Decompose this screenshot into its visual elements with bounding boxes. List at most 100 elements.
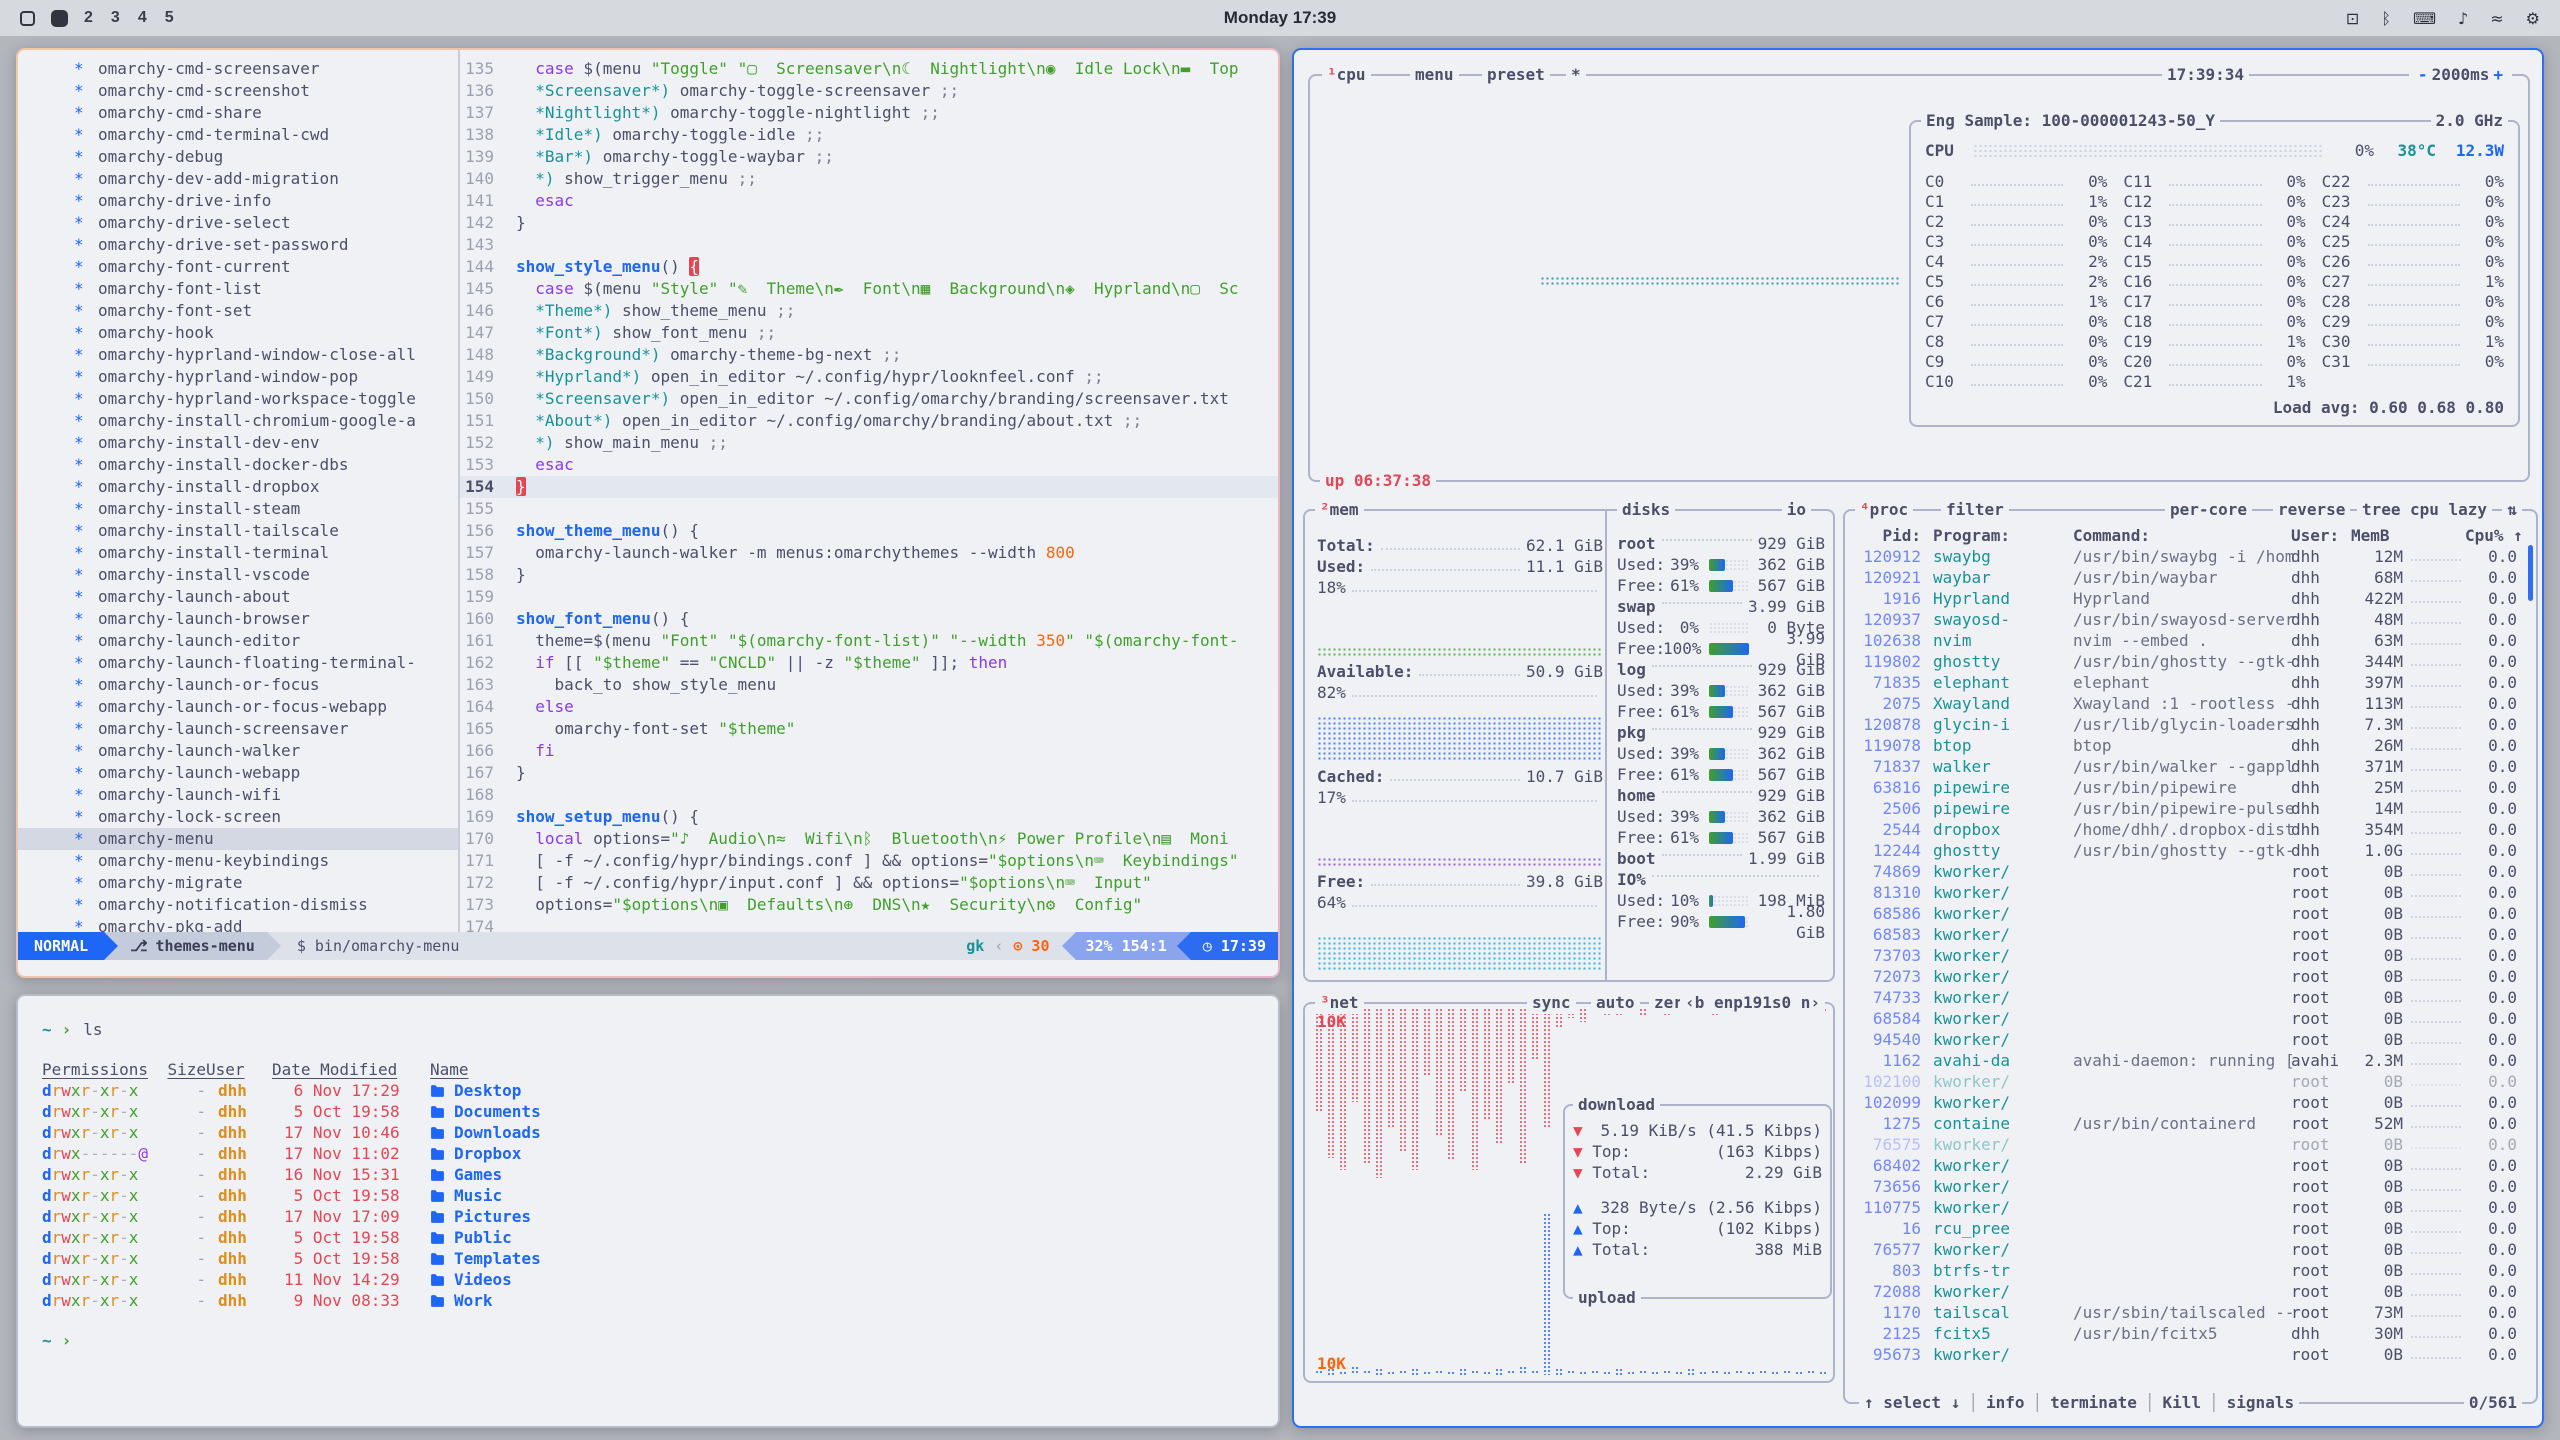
proc-footer-signals[interactable]: signals <box>2227 1393 2294 1412</box>
proc-row[interactable]: 63816pipewire/usr/bin/pipewiredhh25M0.0 <box>1853 777 2528 798</box>
code-line[interactable]: 169show_setup_menu() { <box>460 806 1278 828</box>
file-item[interactable]: *omarchy-install-tailscale <box>18 520 458 542</box>
code-line[interactable]: 162 if [[ "$theme" == "CNCLD" || -z "$th… <box>460 652 1278 674</box>
sort-selector[interactable]: cpu lazy <box>2405 499 2492 521</box>
proc-row[interactable]: 72073kworker/root0B0.0 <box>1853 966 2528 987</box>
code-line[interactable]: 159 <box>460 586 1278 608</box>
code-line[interactable]: 171 [ -f ~/.config/hypr/bindings.conf ] … <box>460 850 1278 872</box>
code-line[interactable]: 135 case $(menu "Toggle" "▢ Screensaver\… <box>460 58 1278 80</box>
code-line[interactable]: 143 <box>460 234 1278 256</box>
file-item[interactable]: *omarchy-drive-info <box>18 190 458 212</box>
proc-row[interactable]: 2075XwaylandXwayland :1 -rootless -dhh11… <box>1853 693 2528 714</box>
code-line[interactable]: 149 *Hyprland*) open_in_editor ~/.config… <box>460 366 1278 388</box>
file-item[interactable]: *omarchy-launch-floating-terminal- <box>18 652 458 674</box>
proc-row[interactable]: 74869kworker/root0B0.0 <box>1853 861 2528 882</box>
code-line[interactable]: 170 local options="♪ Audio\n≈ Wifi\nᛒ Bl… <box>460 828 1278 850</box>
editor-window[interactable]: *omarchy-cmd-screensaver*omarchy-cmd-scr… <box>16 48 1280 978</box>
code-line[interactable]: 158} <box>460 564 1278 586</box>
proc-row[interactable]: 71837walker/usr/bin/walker --gappldhh371… <box>1853 756 2528 777</box>
proc-row[interactable]: 120878glycin-i/usr/lib/glycin-loadersdhh… <box>1853 714 2528 735</box>
proc-row[interactable]: 81310kworker/root0B0.0 <box>1853 882 2528 903</box>
file-item[interactable]: *omarchy-launch-webapp <box>18 762 458 784</box>
code-line[interactable]: 160show_font_menu() { <box>460 608 1278 630</box>
code-line[interactable]: 148 *Background*) omarchy-theme-bg-next … <box>460 344 1278 366</box>
interval-increase-button[interactable]: + <box>2489 65 2507 84</box>
workspace-4[interactable]: 4 <box>138 9 147 27</box>
code-line[interactable]: 146 *Theme*) show_theme_menu ;; <box>460 300 1278 322</box>
proc-row[interactable]: 119078btopbtopdhh26M0.0 <box>1853 735 2528 756</box>
code-line[interactable]: 139 *Bar*) omarchy-toggle-waybar ;; <box>460 146 1278 168</box>
file-item[interactable]: *omarchy-hyprland-window-close-all <box>18 344 458 366</box>
code-line[interactable]: 157 omarchy-launch-walker -m menus:omarc… <box>460 542 1278 564</box>
net-auto-button[interactable]: auto <box>1591 992 1640 1014</box>
settings-icon[interactable]: ⚙ <box>2526 9 2540 28</box>
file-item[interactable]: *omarchy-launch-or-focus-webapp <box>18 696 458 718</box>
terminal-window[interactable]: ~ › ls PermissionsSizeUserDate ModifiedN… <box>16 994 1280 1428</box>
proc-row[interactable]: 803btrfs-trroot0B0.0 <box>1853 1260 2528 1281</box>
proc-footer-select[interactable]: ↑ select ↓ <box>1864 1393 1960 1412</box>
code-line[interactable]: 138 *Idle*) omarchy-toggle-idle ;; <box>460 124 1278 146</box>
proc-row[interactable]: 76575kworker/root0B0.0 <box>1853 1134 2528 1155</box>
file-item[interactable]: *omarchy-menu-keybindings <box>18 850 458 872</box>
file-item[interactable]: *omarchy-cmd-terminal-cwd <box>18 124 458 146</box>
tree-button[interactable]: tree <box>2357 499 2406 521</box>
file-item[interactable]: *omarchy-migrate <box>18 872 458 894</box>
proc-row[interactable]: 119802ghostty/usr/bin/ghostty --gtk-dhh3… <box>1853 651 2528 672</box>
file-item[interactable]: *omarchy-cmd-share <box>18 102 458 124</box>
workspace-1-indicator[interactable] <box>51 10 68 27</box>
code-line[interactable]: 145 case $(menu "Style" "✎ Theme\n✒ Font… <box>460 278 1278 300</box>
proc-row[interactable]: 74733kworker/root0B0.0 <box>1853 987 2528 1008</box>
proc-footer-info[interactable]: info <box>1986 1393 2025 1412</box>
proc-row[interactable]: 76577kworker/root0B0.0 <box>1853 1239 2528 1260</box>
reverse-button[interactable]: reverse <box>2273 499 2350 521</box>
code-line[interactable]: 136 *Screensaver*) omarchy-toggle-screen… <box>460 80 1278 102</box>
code-line[interactable]: 140 *) show_trigger_menu ;; <box>460 168 1278 190</box>
code-line[interactable]: 163 back_to show_style_menu <box>460 674 1278 696</box>
file-item[interactable]: *omarchy-font-set <box>18 300 458 322</box>
keyboard-icon[interactable]: ⌨ <box>2413 9 2436 28</box>
file-item[interactable]: *omarchy-install-terminal <box>18 542 458 564</box>
proc-row[interactable]: 68402kworker/root0B0.0 <box>1853 1155 2528 1176</box>
proc-scrollbar[interactable] <box>2528 545 2533 601</box>
file-item[interactable]: *omarchy-launch-editor <box>18 630 458 652</box>
file-item[interactable]: *omarchy-launch-browser <box>18 608 458 630</box>
file-item[interactable]: *omarchy-notification-dismiss <box>18 894 458 916</box>
file-item[interactable]: *omarchy-launch-wifi <box>18 784 458 806</box>
code-line[interactable]: 137 *Nightlight*) omarchy-toggle-nightli… <box>460 102 1278 124</box>
code-line[interactable]: 164 else <box>460 696 1278 718</box>
file-item[interactable]: *omarchy-launch-or-focus <box>18 674 458 696</box>
code-line[interactable]: 150 *Screensaver*) open_in_editor ~/.con… <box>460 388 1278 410</box>
proc-row[interactable]: 2125fcitx5/usr/bin/fcitx5dhh30M0.0 <box>1853 1323 2528 1344</box>
sort-arrows[interactable]: ⇅ <box>2502 499 2522 521</box>
proc-row[interactable]: 110775kworker/root0B0.0 <box>1853 1197 2528 1218</box>
code-line[interactable]: 147 *Font*) show_font_menu ;; <box>460 322 1278 344</box>
file-item[interactable]: *omarchy-install-dropbox <box>18 476 458 498</box>
proc-row[interactable]: 102638nvimnvim --embed .dhh63M0.0 <box>1853 630 2528 651</box>
net-interface-selector[interactable]: ‹b enp191s0 n› <box>1680 992 1825 1014</box>
file-item[interactable]: *omarchy-install-vscode <box>18 564 458 586</box>
file-item[interactable]: *omarchy-menu <box>18 828 458 850</box>
proc-footer-kill[interactable]: Kill <box>2162 1393 2201 1412</box>
file-item[interactable]: *omarchy-cmd-screenshot <box>18 80 458 102</box>
screenshare-icon[interactable]: ⊡ <box>2346 9 2359 28</box>
proc-row[interactable]: 102099kworker/root0B0.0 <box>1853 1092 2528 1113</box>
screenshot-frame-icon[interactable] <box>20 11 35 26</box>
code-line[interactable]: 152 *) show_main_menu ;; <box>460 432 1278 454</box>
file-item[interactable]: *omarchy-launch-screensaver <box>18 718 458 740</box>
code-line[interactable]: 166 fi <box>460 740 1278 762</box>
proc-row[interactable]: 1170tailscal/usr/sbin/tailscaled --root7… <box>1853 1302 2528 1323</box>
file-item[interactable]: *omarchy-hook <box>18 322 458 344</box>
code-line[interactable]: 142} <box>460 212 1278 234</box>
net-sync-button[interactable]: sync <box>1527 992 1576 1014</box>
proc-row[interactable]: 1916HyprlandHyprlanddhh422M0.0 <box>1853 588 2528 609</box>
code-line[interactable]: 154} <box>460 476 1278 498</box>
btop-window[interactable]: ¹cpu menu preset * 17:39:34 -2000ms+ Eng… <box>1292 48 2544 1428</box>
file-item[interactable]: *omarchy-cmd-screensaver <box>18 58 458 80</box>
file-item[interactable]: *omarchy-install-docker-dbs <box>18 454 458 476</box>
proc-footer-terminate[interactable]: terminate <box>2050 1393 2137 1412</box>
workspace-5[interactable]: 5 <box>165 9 174 27</box>
code-line[interactable]: 174 <box>460 916 1278 932</box>
code-line[interactable]: 165 omarchy-font-set "$theme" <box>460 718 1278 740</box>
file-item[interactable]: *omarchy-install-dev-env <box>18 432 458 454</box>
proc-row[interactable]: 71835elephantelephantdhh397M0.0 <box>1853 672 2528 693</box>
